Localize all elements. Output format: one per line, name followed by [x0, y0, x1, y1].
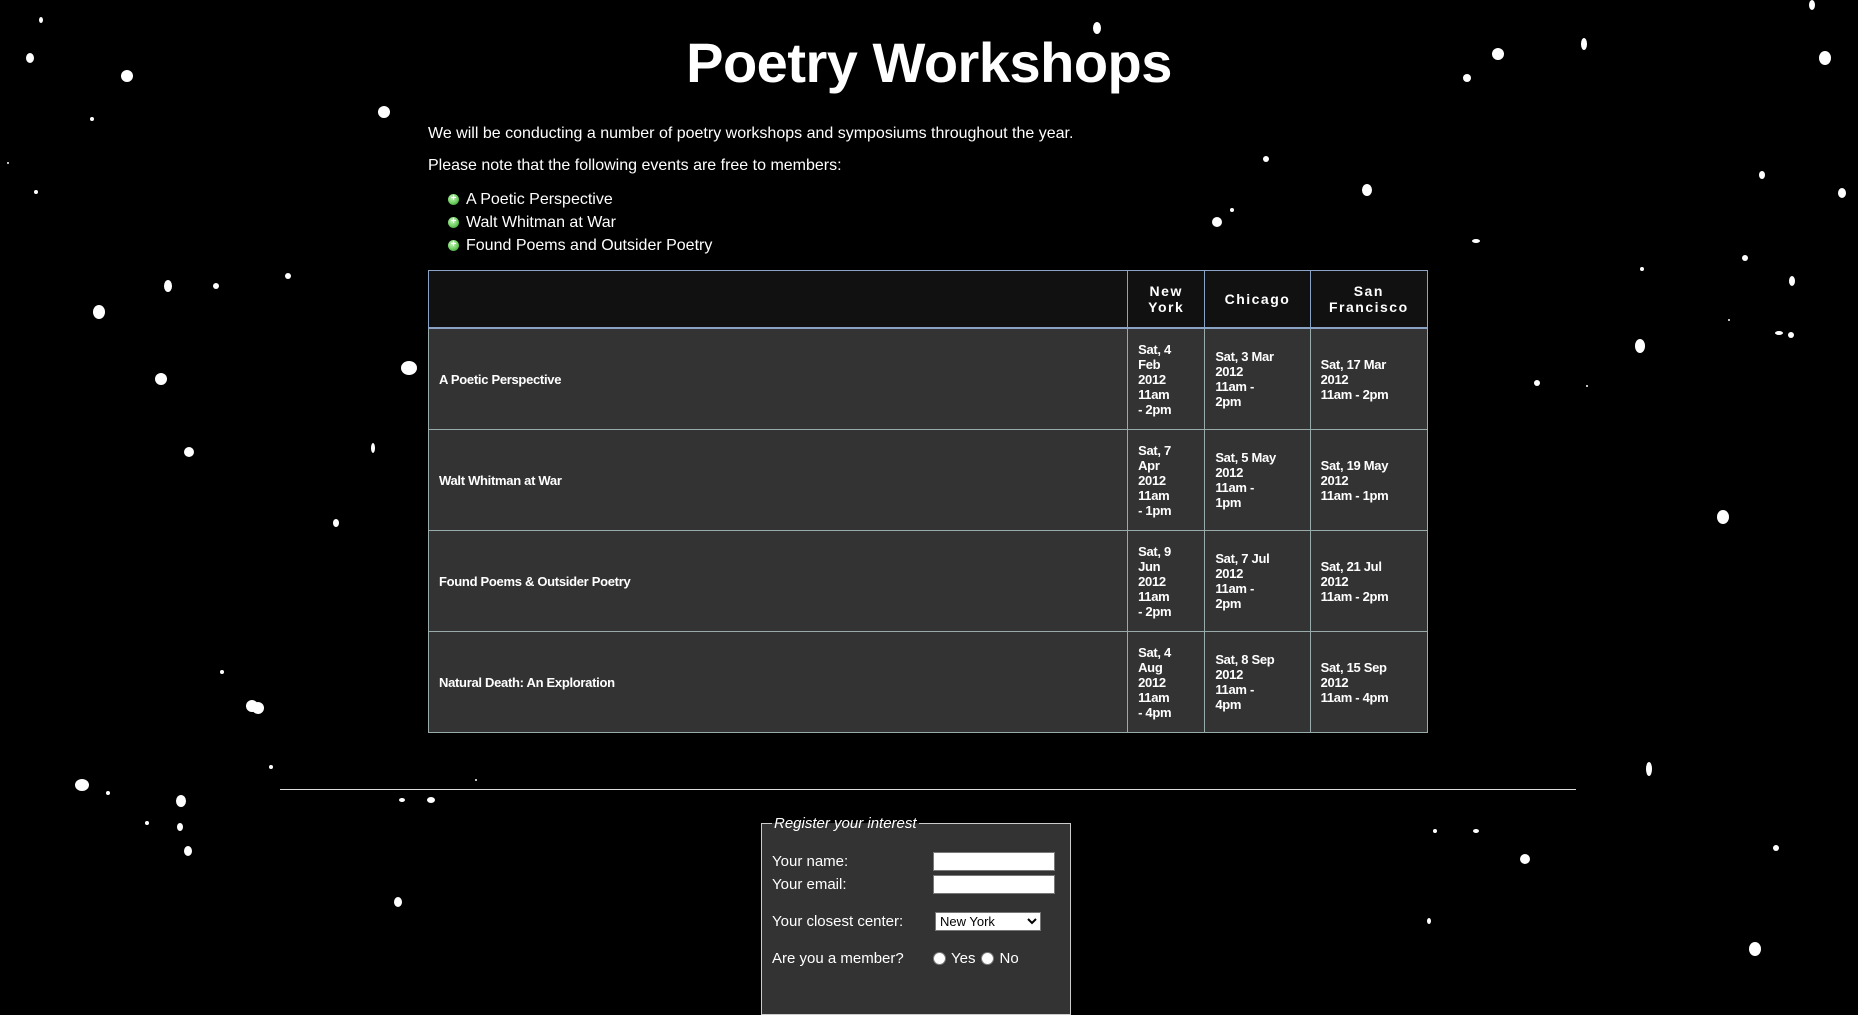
member-no-radio[interactable] [981, 952, 995, 965]
san-francisco-date: Sat, 21 Jul 2012 11am - 2pm [1309, 530, 1429, 632]
list-item-label: Found Poems and Outsider Poetry [466, 237, 713, 254]
center-select[interactable]: New York [935, 912, 1041, 931]
event-name: Natural Death: An Exploration [427, 631, 1129, 733]
chicago-date: Sat, 5 May 2012 11am -1pm [1204, 429, 1311, 531]
section-divider [280, 789, 1576, 790]
new-york-date: Sat, 4 Aug 2012 11am - 4pm [1127, 631, 1206, 733]
form-legend: Register your interest [774, 815, 917, 832]
list-item-label: Walt Whitman at War [466, 214, 616, 231]
workshop-schedule-table: New York Chicago San Francisco A Poetic … [427, 270, 1429, 733]
member-yes-label: Yes [951, 950, 976, 967]
column-header-san-francisco: San Francisco [1309, 270, 1429, 329]
event-name: A Poetic Perspective [427, 327, 1129, 430]
member-no-label: No [999, 950, 1019, 967]
free-events-list: A Poetic Perspective Walt Whitman at War… [428, 187, 1428, 257]
email-row: Your email: [772, 873, 1060, 896]
event-name: Walt Whitman at War [427, 429, 1129, 531]
column-header-new-york: New York [1127, 270, 1206, 329]
new-york-date: Sat, 9 Jun 2012 11am - 2pm [1127, 530, 1206, 632]
center-label: Your closest center: [772, 913, 904, 930]
member-label: Are you a member? [772, 950, 904, 967]
table-row: Natural Death: An Exploration Sat, 4 Aug 2… [427, 631, 1429, 733]
member-yes-option[interactable]: Yes [933, 950, 975, 967]
email-label: Your email: [772, 876, 847, 893]
chicago-date: Sat, 7 Jul 2012 11am -2pm [1204, 530, 1311, 632]
intro-section: We will be conducting a number of poetry… [428, 124, 1428, 257]
member-no-option[interactable]: No [981, 950, 1019, 967]
plus-bullet-icon [448, 233, 459, 256]
event-name: Found Poems & Outsider Poetry [427, 530, 1129, 632]
table-header-row: New York Chicago San Francisco [427, 270, 1429, 329]
register-interest-form: Register your interest Your name: Your e… [761, 815, 1071, 1015]
table-row: Found Poems & Outsider Poetry Sat, 9 Jun 2… [427, 530, 1429, 632]
plus-bullet-icon [448, 187, 459, 210]
new-york-date: Sat, 7 Apr 2012 11am - 1pm [1127, 429, 1206, 531]
member-row: Are you a member? Yes No [772, 947, 1060, 970]
email-field[interactable] [933, 875, 1055, 894]
page-title: Poetry Workshops [686, 31, 1172, 94]
center-row: Your closest center: New York [772, 910, 1060, 933]
san-francisco-date: Sat, 19 May 2012 11am - 1pm [1309, 429, 1429, 531]
table-row: Walt Whitman at War Sat, 7 Apr 2012 11am - 1… [427, 429, 1429, 531]
name-row: Your name: [772, 850, 1060, 873]
san-francisco-date: Sat, 17 Mar 2012 11am - 2pm [1309, 327, 1429, 430]
list-item: Found Poems and Outsider Poetry [448, 233, 1428, 257]
intro-text: We will be conducting a number of poetry… [428, 125, 1074, 142]
member-yes-radio[interactable] [933, 952, 946, 965]
san-francisco-date: Sat, 15 Sep 2012 11am - 4pm [1309, 631, 1429, 733]
new-york-date: Sat, 4 Feb 2012 11am - 2pm [1127, 327, 1206, 430]
chicago-date: Sat, 8 Sep 2012 11am -4pm [1204, 631, 1311, 733]
table-row: A Poetic Perspective Sat, 4 Feb 2012 11am - … [427, 327, 1429, 430]
list-item: A Poetic Perspective [448, 187, 1428, 211]
chicago-date: Sat, 3 Mar 2012 11am -2pm [1204, 327, 1311, 430]
name-field[interactable] [933, 852, 1055, 871]
column-header-chicago: Chicago [1204, 270, 1311, 329]
list-item-label: A Poetic Perspective [466, 191, 613, 208]
plus-bullet-icon [448, 210, 459, 233]
free-events-note: Please note that the following events ar… [428, 157, 842, 174]
column-header-event [427, 270, 1129, 329]
name-label: Your name: [772, 853, 849, 870]
list-item: Walt Whitman at War [448, 210, 1428, 234]
